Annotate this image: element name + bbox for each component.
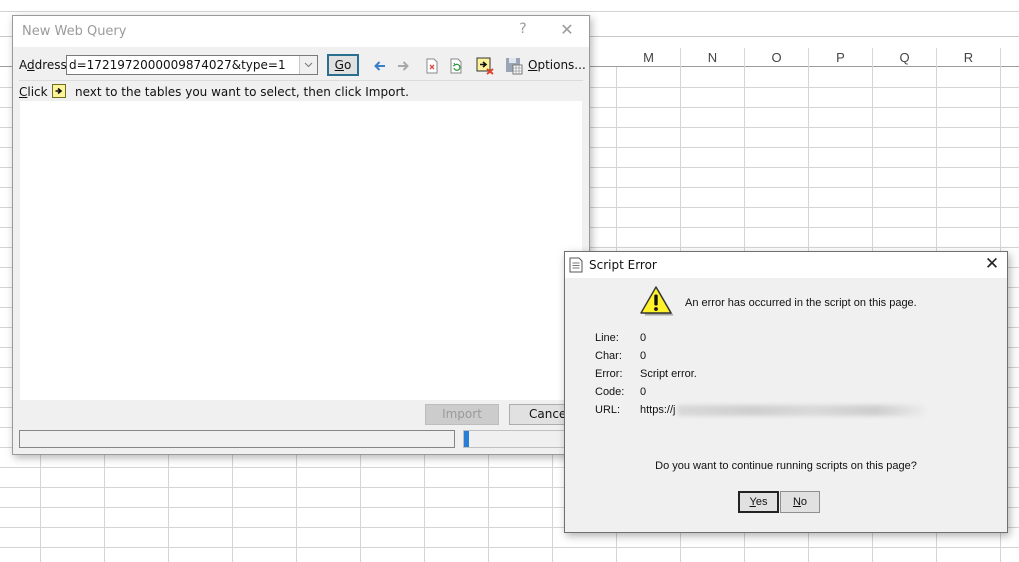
dialog-titlebar[interactable]: New Web Query ? ✕ [13,16,589,47]
import-button[interactable]: Import [425,404,499,425]
column-header-q[interactable]: Q [873,48,937,67]
detail-key: URL: [595,404,621,416]
status-bar [19,430,455,448]
dialog-title: New Web Query [22,24,127,39]
warning-icon [640,285,674,317]
script-error-title: Script Error [589,258,657,272]
save-query-icon[interactable] [505,57,523,75]
stop-icon[interactable] [423,57,441,75]
document-icon [569,257,583,273]
no-label-rest: o [800,496,808,508]
address-input[interactable] [69,56,299,74]
select-table-arrow-icon [52,84,66,98]
script-error-dialog: Script Error ✕ An error has occurred in … [564,251,1008,533]
detail-value: 0 [640,386,647,398]
column-header-r[interactable]: R [937,48,1001,67]
redacted-url [677,405,925,416]
detail-key: Line: [595,332,619,344]
go-mnemonic: G [334,58,344,72]
column-header-m[interactable]: M [617,48,681,67]
address-combobox[interactable] [66,55,318,75]
chevron-down-icon [304,62,313,68]
new-web-query-dialog: New Web Query ? ✕ Address: Go [12,15,590,455]
address-label: Address: [19,58,71,72]
options-label-rest: ptions... [537,58,586,72]
script-error-close-button[interactable]: ✕ [981,253,1003,275]
no-mnemonic: N [792,496,801,508]
continue-question: Do you want to continue running scripts … [655,460,917,472]
toolbar-divider [19,80,583,81]
hide-icons-icon[interactable] [476,57,494,75]
back-arrow-icon[interactable] [371,57,389,75]
refresh-icon[interactable] [447,57,465,75]
web-view-area[interactable] [20,101,582,400]
address-dropdown-button[interactable] [299,56,317,74]
detail-value: 0 [640,332,647,344]
detail-value: Script error. [640,368,697,380]
ribbon-edge [0,0,1019,12]
error-message: An error has occurred in the script on t… [685,297,917,309]
detail-value: https://j [640,404,676,416]
instruction-text: next to the tables you want to select, t… [75,85,409,99]
forward-arrow-icon[interactable] [394,57,412,75]
detail-key: Code: [595,386,625,398]
no-button[interactable]: No [780,491,820,513]
column-header-o[interactable]: O [745,48,809,67]
yes-button[interactable]: Yes [738,491,779,513]
instruction-line: Click next to the tables you want to sel… [19,84,579,102]
detail-key: Error: [595,368,623,380]
detail-value: 0 [640,350,647,362]
column-header-p[interactable]: P [809,48,873,67]
go-button[interactable]: Go [327,54,359,76]
options-button[interactable]: Options... [528,58,586,72]
progress-fill [464,431,469,447]
help-button[interactable]: ? [513,21,533,41]
address-toolbar: Address: Go Options... [13,50,589,80]
instruction-click: Click [19,85,48,99]
column-header-n[interactable]: N [681,48,745,67]
instruction-click-rest: lick [27,85,48,99]
address-label-mnemonic: d [27,58,35,72]
detail-key: Char: [595,350,622,362]
yes-label-rest: es [755,496,768,508]
gridline-horizontal [0,547,1019,548]
script-error-titlebar[interactable]: Script Error ✕ [565,252,1007,278]
go-label-rest: o [343,58,352,72]
address-label-part: A [19,58,27,72]
close-button[interactable]: ✕ [556,20,578,42]
